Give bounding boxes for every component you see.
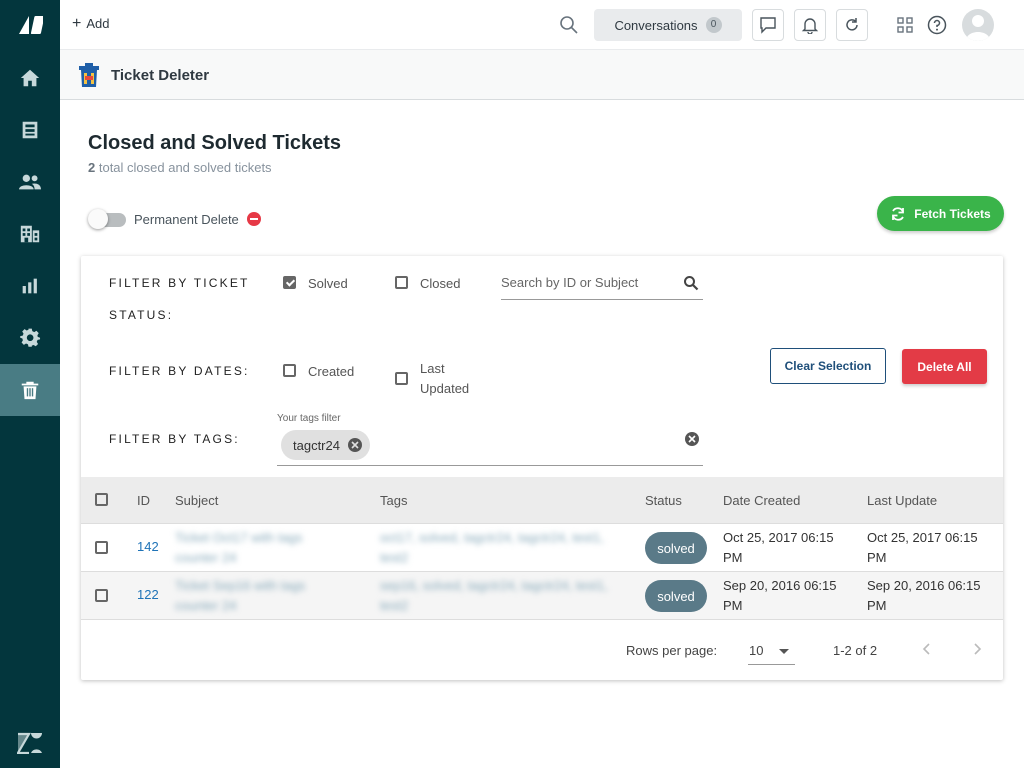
- nav-organizations-icon[interactable]: [0, 208, 60, 260]
- permanent-delete-label: Permanent Delete: [134, 211, 239, 227]
- add-label: Add: [86, 16, 110, 31]
- column-header-date-created[interactable]: Date Created: [723, 477, 800, 524]
- chat-button[interactable]: [752, 9, 784, 41]
- ticket-subject: Ticket Sep16 with tags counter 24: [175, 578, 306, 613]
- bell-icon: [801, 18, 819, 34]
- tag-chip[interactable]: tagctr24: [281, 430, 370, 460]
- status-badge: solved: [645, 580, 707, 612]
- sync-icon: [892, 206, 905, 221]
- previous-page-chevron-icon[interactable]: [919, 641, 935, 657]
- status-badge: solved: [645, 532, 707, 564]
- table-header: ID Subject Tags Status Date Created Last…: [81, 477, 1003, 524]
- filter-tags-label: FILTER BY TAGS:: [109, 432, 240, 446]
- delete-all-button[interactable]: Delete All: [902, 349, 987, 384]
- clear-selection-button[interactable]: Clear Selection: [770, 348, 886, 384]
- created-checkbox[interactable]: Created: [283, 362, 354, 382]
- user-avatar[interactable]: [962, 9, 994, 41]
- page-title: Closed and Solved Tickets: [88, 132, 342, 154]
- fetch-tickets-button[interactable]: Fetch Tickets: [877, 196, 1004, 231]
- tags-filter-caption: Your tags filter: [277, 413, 341, 424]
- created-checkbox-box[interactable]: [283, 364, 296, 377]
- pagination-range: 1-2 of 2: [833, 643, 878, 658]
- total-suffix: total closed and solved tickets: [95, 160, 272, 175]
- solved-checkbox[interactable]: Solved: [283, 274, 348, 294]
- notifications-button[interactable]: [794, 9, 826, 41]
- ticket-last-update: Sep 20, 2016 06:15 PM: [867, 578, 981, 613]
- add-button[interactable]: + Add: [72, 14, 110, 32]
- app-header: Ticket Deleter: [60, 50, 1024, 100]
- plus-icon: +: [72, 14, 82, 32]
- next-page-chevron-icon[interactable]: [969, 641, 985, 657]
- created-checkbox-label: Created: [308, 364, 355, 379]
- conversations-label: Conversations: [614, 17, 698, 33]
- refresh-icon: [846, 18, 858, 31]
- top-bar: + Add Conversations 0: [60, 0, 1024, 50]
- column-header-tags[interactable]: Tags: [380, 477, 407, 524]
- solved-checkbox-label: Solved: [308, 276, 348, 291]
- tickets-card: FILTER BY TICKET STATUS: Solved Closed S…: [81, 256, 1003, 680]
- nav-views-icon[interactable]: [0, 104, 60, 156]
- search-placeholder: Search by ID or Subject: [501, 275, 639, 290]
- last-updated-checkbox-box[interactable]: [395, 372, 408, 385]
- filter-dates-label: FILTER BY DATES:: [109, 364, 250, 378]
- tags-filter-input[interactable]: tagctr24: [277, 426, 703, 466]
- nav-admin-gear-icon[interactable]: [0, 312, 60, 364]
- closed-checkbox-label: Closed: [420, 276, 461, 291]
- trash-can-app-icon: [79, 63, 99, 87]
- help-icon[interactable]: [926, 14, 948, 36]
- last-updated-checkbox-label: Last Updated: [420, 361, 470, 396]
- search-icon[interactable]: [683, 275, 699, 291]
- table-row[interactable]: 142 Ticket Oct17 with tags counter 24 oc…: [81, 524, 1003, 572]
- column-header-id[interactable]: ID: [137, 477, 150, 524]
- ticket-tags: oct17, solved, tagctr24, tagctr24, test1…: [380, 530, 605, 565]
- tag-chip-label: tagctr24: [293, 437, 340, 453]
- ticket-date-created: Oct 25, 2017 06:15 PM: [723, 530, 834, 565]
- conversations-count-badge: 0: [705, 17, 722, 33]
- row-checkbox[interactable]: [95, 589, 108, 602]
- column-header-subject[interactable]: Subject: [175, 477, 218, 524]
- select-all-checkbox[interactable]: [95, 493, 108, 506]
- remove-tag-icon[interactable]: [347, 438, 362, 452]
- column-header-last-update[interactable]: Last Update: [867, 477, 937, 524]
- conversations-button[interactable]: Conversations 0: [594, 9, 742, 41]
- apps-grid-icon[interactable]: [894, 14, 916, 36]
- permanent-delete-toggle[interactable]: [88, 208, 126, 230]
- rows-per-page-label: Rows per page:: [626, 643, 718, 658]
- table-pagination: Rows per page: 10 1-2 of 2: [81, 622, 1003, 678]
- solved-checkbox-box[interactable]: [283, 276, 296, 289]
- search-icon[interactable]: [558, 14, 580, 36]
- zendesk-logo-icon: [17, 732, 42, 754]
- search-input[interactable]: Search by ID or Subject: [501, 272, 703, 300]
- ticket-last-update: Oct 25, 2017 06:15 PM: [867, 530, 978, 565]
- permanent-delete-toggle-row: Permanent Delete: [88, 208, 261, 230]
- support-logo-icon[interactable]: [0, 0, 60, 50]
- nav-home-icon[interactable]: [0, 52, 60, 104]
- page-subtitle: 2 total closed and solved tickets: [88, 160, 272, 175]
- row-checkbox[interactable]: [95, 541, 108, 554]
- fetch-tickets-label: Fetch Tickets: [914, 206, 991, 221]
- refresh-button[interactable]: [836, 9, 868, 41]
- nav-ticket-deleter-trash-icon[interactable]: [0, 364, 60, 416]
- closed-checkbox-box[interactable]: [395, 276, 408, 289]
- closed-checkbox[interactable]: Closed: [395, 274, 460, 294]
- left-nav: [0, 0, 60, 768]
- ticket-subject: Ticket Oct17 with tags counter 24: [175, 530, 303, 565]
- ticket-tags: sep16, solved, tagctr24, tagctr24, test1…: [380, 578, 608, 613]
- filter-status-label: FILTER BY TICKET STATUS:: [109, 276, 250, 322]
- ticket-date-created: Sep 20, 2016 06:15 PM: [723, 578, 837, 613]
- last-updated-checkbox[interactable]: Last Updated: [395, 359, 476, 399]
- ticket-id-link[interactable]: 122: [137, 587, 159, 602]
- nav-customers-icon[interactable]: [0, 156, 60, 208]
- chat-bubble-icon: [760, 17, 776, 34]
- no-entry-icon: [246, 212, 261, 226]
- app-title: Ticket Deleter: [111, 67, 210, 84]
- rows-per-page-select[interactable]: 10: [748, 637, 795, 665]
- clear-tags-icon[interactable]: [685, 432, 699, 446]
- caret-down-icon: [779, 649, 789, 654]
- ticket-id-link[interactable]: 142: [137, 539, 159, 554]
- table-row[interactable]: 122 Ticket Sep16 with tags counter 24 se…: [81, 572, 1003, 620]
- column-header-status[interactable]: Status: [645, 477, 682, 524]
- nav-reporting-icon[interactable]: [0, 260, 60, 312]
- rows-per-page-value: 10: [749, 643, 764, 658]
